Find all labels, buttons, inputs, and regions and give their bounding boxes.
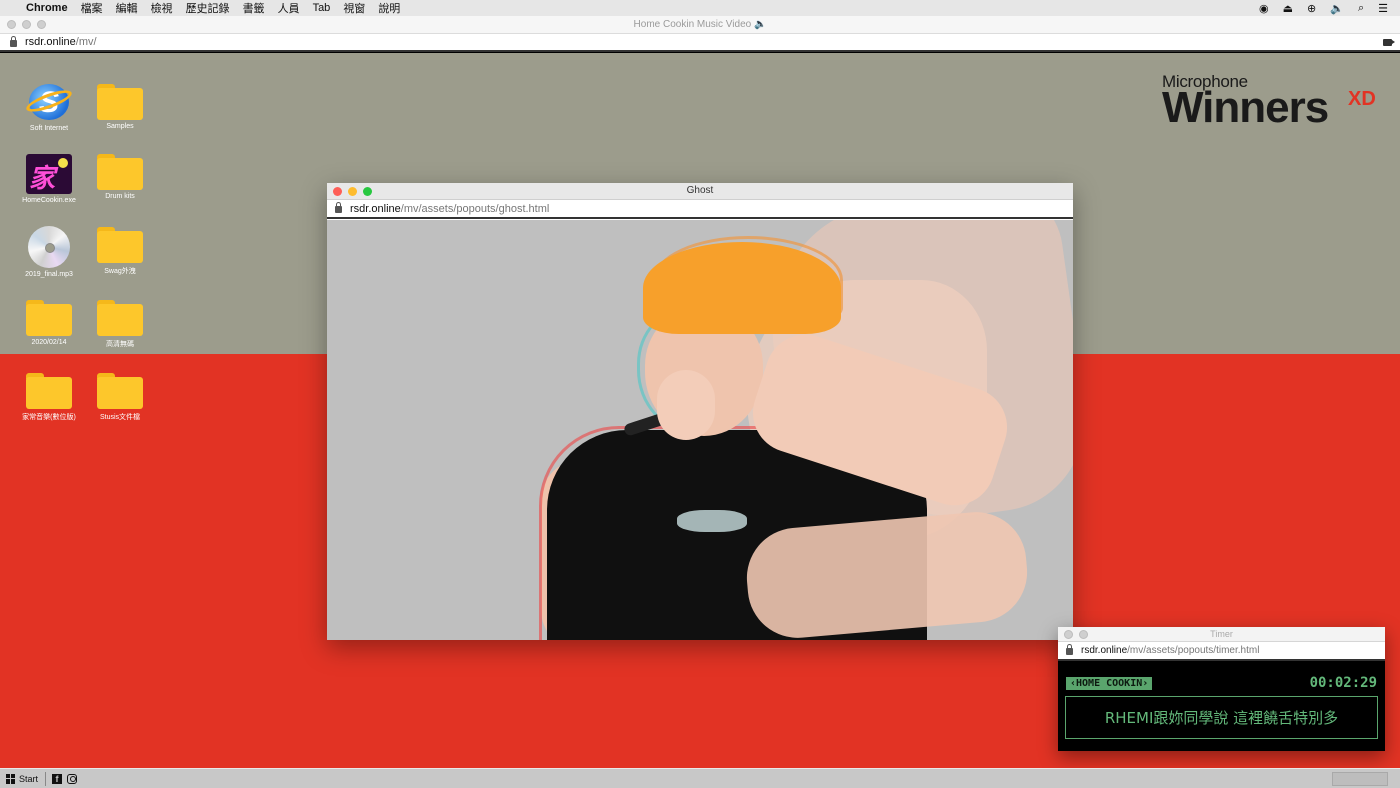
desktop-icon-music-folder[interactable]: 家常音樂(數位版) (17, 373, 81, 422)
system-tray[interactable] (1332, 772, 1388, 786)
menu-bar: Chrome 檔案 編輯 檢視 歷史記錄 書籤 人員 Tab 視窗 說明 ◉ ⏏… (0, 0, 1400, 16)
browser-window-title: Home Cookin Music Video 🔈 (633, 19, 767, 30)
url-host: rsdr.online (1081, 645, 1128, 656)
folder-icon (26, 373, 72, 409)
logo-xd-text: XD (1348, 88, 1376, 110)
windows-icon (6, 773, 16, 784)
desktop-icon-swag[interactable]: Swag外洩 (88, 227, 152, 276)
browser-title-bar: Home Cookin Music Video 🔈 (0, 16, 1400, 34)
timer-address-bar[interactable]: rsdr.online/mv/assets/popouts/timer.html (1058, 642, 1385, 661)
desktop-icon-label: HomeCookin.exe (22, 197, 76, 204)
menu-help[interactable]: 說明 (378, 0, 400, 16)
facebook-icon[interactable]: f (52, 773, 63, 784)
timer-tag: ‹HOME COOKIN› (1066, 677, 1153, 690)
url-path: /mv/assets/popouts/timer.html (1127, 645, 1260, 656)
url-path: /mv/assets/popouts/ghost.html (400, 202, 550, 215)
folder-icon (97, 227, 143, 263)
ghost-video[interactable] (327, 220, 1073, 640)
camera-icon[interactable] (1383, 39, 1395, 46)
desktop-icon-drum-kits[interactable]: Drum kits (88, 154, 152, 200)
eject-icon[interactable]: ⏏ (1283, 2, 1293, 15)
desktop-icon-label: Drum kits (105, 193, 135, 200)
desktop-icon-hd-folder[interactable]: 高清無碼 (88, 300, 152, 349)
folder-icon (97, 300, 143, 336)
url-host: rsdr.online (350, 202, 401, 215)
desktop-icon-mp3[interactable]: 2019_final.mp3 (17, 226, 81, 278)
desktop-icon-label: 高清無碼 (106, 341, 134, 348)
lock-icon (335, 202, 342, 213)
menu-history[interactable]: 歷史記錄 (186, 0, 230, 16)
ghost-address-bar[interactable]: rsdr.online/mv/assets/popouts/ghost.html (327, 200, 1073, 219)
ghost-window[interactable]: Ghost rsdr.online/mv/assets/popouts/ghos… (327, 183, 1073, 640)
folder-icon (97, 154, 143, 190)
ghost-window-title: Ghost (686, 185, 714, 196)
timer-clock: 00:02:29 (1309, 675, 1377, 691)
timer-window-title: Timer (1210, 629, 1233, 639)
instagram-icon[interactable] (67, 773, 78, 784)
performer-hand (657, 370, 715, 440)
lyrics-caption: RHEMI跟妳同學說 這裡饒舌特別多 (1065, 696, 1378, 739)
lock-icon (1066, 644, 1073, 655)
menu-app-name[interactable]: Chrome (26, 2, 68, 14)
desktop-icon-label: 家常音樂(數位版) (22, 414, 76, 421)
desktop-icon-label: Soft Internet (29, 125, 69, 132)
logo-big-text: Winners (1162, 83, 1329, 132)
ghost-title-bar[interactable]: Ghost (327, 183, 1073, 200)
cd-icon (28, 226, 70, 268)
desktop-icon-date-folder[interactable]: 2020/02/14 (17, 300, 81, 346)
record-icon[interactable]: ◉ (1259, 2, 1269, 15)
timer-title-bar[interactable]: Timer (1058, 627, 1385, 642)
taskbar-divider (45, 771, 47, 786)
url-path: /mv/ (75, 36, 97, 48)
folder-icon (97, 84, 143, 120)
desktop-icon-soft-internet[interactable]: Soft Internet (17, 82, 81, 132)
folder-icon (97, 373, 143, 409)
site-logo: Microphone Winners XD (1162, 72, 1376, 132)
folder-icon (26, 300, 72, 336)
desktop-icon-label: Swag外洩 (104, 268, 136, 275)
menu-window[interactable]: 視窗 (343, 0, 365, 16)
app-icon: 家 (26, 154, 72, 194)
lock-icon (10, 35, 17, 47)
performer-cap (643, 242, 841, 334)
menu-file[interactable]: 檔案 (81, 0, 103, 16)
desktop-icon-label: Stusis文件檔 (99, 414, 141, 421)
menu-edit[interactable]: 編輯 (116, 0, 138, 16)
start-button[interactable]: Start (3, 771, 41, 787)
search-icon[interactable]: ⌕ (1358, 2, 1364, 15)
start-label: Start (19, 773, 39, 784)
desktop-icon-label: Samples (106, 123, 134, 130)
list-icon[interactable]: ☰ (1378, 2, 1388, 15)
desktop-icon-homecookin[interactable]: 家 HomeCookin.exe (17, 154, 81, 204)
menu-bookmarks[interactable]: 書籤 (243, 0, 265, 16)
menu-view[interactable]: 檢視 (151, 0, 173, 16)
internet-icon (24, 82, 74, 122)
volume-icon[interactable]: 🔈 (1330, 2, 1344, 15)
desktop-icon-stusis[interactable]: Stusis文件檔 (88, 373, 152, 422)
taskbar: Start f (0, 768, 1400, 788)
timer-window[interactable]: Timer rsdr.online/mv/assets/popouts/time… (1058, 627, 1385, 751)
desktop-icon-samples[interactable]: Samples (88, 84, 152, 130)
address-bar[interactable]: rsdr.online/mv/ (0, 34, 1400, 52)
url-host: rsdr.online (25, 36, 76, 48)
shirt-logo (677, 510, 747, 532)
accessibility-icon[interactable]: ⊕ (1307, 2, 1316, 15)
desktop-icon-label: 2019_final.mp3 (25, 271, 73, 278)
menu-tab[interactable]: Tab (313, 2, 331, 14)
desktop-icon-label: 2020/02/14 (31, 339, 67, 346)
menu-people[interactable]: 人員 (278, 0, 300, 16)
